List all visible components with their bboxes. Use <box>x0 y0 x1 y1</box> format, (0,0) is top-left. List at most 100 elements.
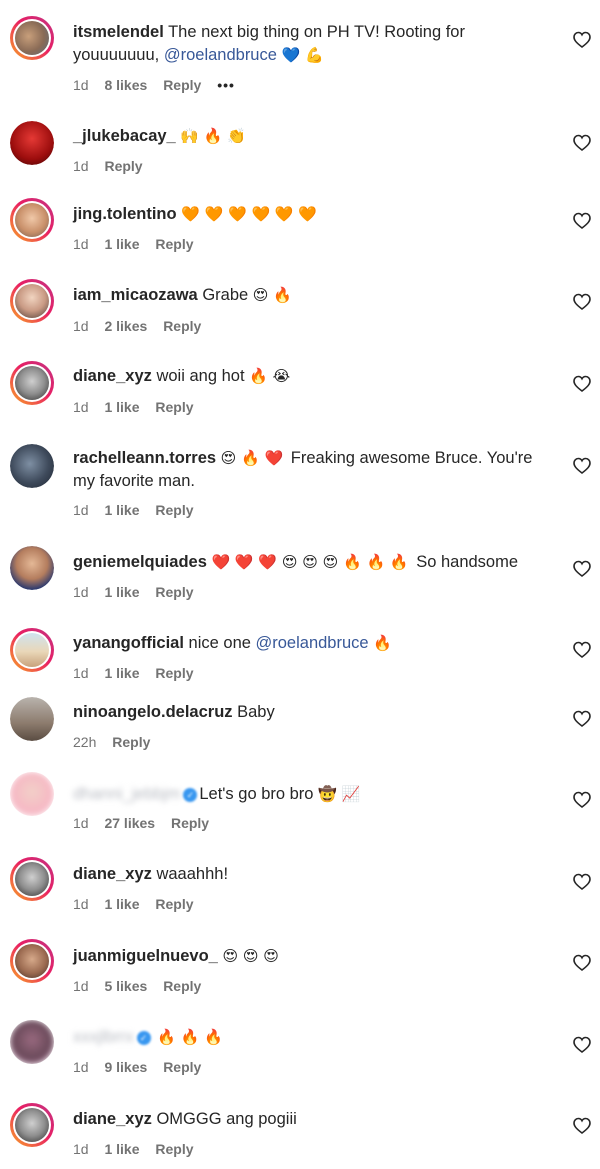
reply-button[interactable]: Reply <box>155 502 193 518</box>
like-heart-icon[interactable] <box>573 641 591 659</box>
reply-button[interactable]: Reply <box>171 815 209 831</box>
comment-username[interactable]: xxxjlbrrx <box>73 1028 134 1046</box>
comment-time: 1d <box>73 77 89 93</box>
verified-icon: ✓ <box>136 1031 151 1045</box>
comment-username[interactable]: yanangofficial <box>73 634 184 652</box>
comment-likes[interactable]: 1 like <box>104 502 139 518</box>
like-heart-icon[interactable] <box>573 1117 591 1135</box>
comment-emojis: 😍 🔥 ❤️ <box>220 449 284 467</box>
reply-button[interactable]: Reply <box>155 236 193 252</box>
mention-link[interactable]: @roelandbruce <box>256 634 369 652</box>
comment-likes[interactable]: 1 like <box>104 399 139 415</box>
like-heart-icon[interactable] <box>573 560 591 578</box>
like-heart-icon[interactable] <box>573 710 591 728</box>
comment-time: 1d <box>73 815 89 831</box>
reply-button[interactable]: Reply <box>163 1059 201 1075</box>
avatar[interactable] <box>10 772 54 816</box>
comment-username[interactable]: dhanni_jebbjm <box>73 785 180 803</box>
reply-button[interactable]: Reply <box>155 1141 193 1157</box>
comment-emojis: 🔥 😭 <box>249 367 291 385</box>
avatar[interactable] <box>10 1020 54 1064</box>
comment-emojis: 🙌 🔥 👏 <box>180 127 246 145</box>
avatar[interactable] <box>10 939 54 983</box>
comment-username[interactable]: _jlukebacay_ <box>73 127 176 145</box>
comment-text: waaahhh! <box>156 865 229 883</box>
comment-time: 1d <box>73 896 89 912</box>
like-heart-icon[interactable] <box>573 375 591 393</box>
avatar[interactable] <box>10 121 54 165</box>
comment-emojis: 🧡 🧡 🧡 🧡 🧡 🧡 <box>181 205 318 223</box>
comment-likes[interactable]: 1 like <box>104 236 139 252</box>
comment-username[interactable]: rachelleann.torres <box>73 449 216 467</box>
comment-likes[interactable]: 8 likes <box>104 77 147 93</box>
like-heart-icon[interactable] <box>573 954 591 972</box>
reply-button[interactable]: Reply <box>112 734 150 750</box>
comment-time: 1d <box>73 399 89 415</box>
comment-time: 1d <box>73 158 89 174</box>
reply-button[interactable]: Reply <box>163 978 201 994</box>
like-heart-icon[interactable] <box>573 1036 591 1054</box>
comment-text: Grabe <box>202 286 249 304</box>
comment-text: nice one <box>188 634 256 652</box>
reply-button[interactable]: Reply <box>155 399 193 415</box>
comment-text: So handsome <box>416 553 519 571</box>
comment-emojis: 😍 🔥 <box>252 286 292 304</box>
comment-username[interactable]: diane_xyz <box>73 367 152 385</box>
like-heart-icon[interactable] <box>573 457 591 475</box>
comment-username[interactable]: juanmiguelnuevo_ <box>73 947 218 965</box>
comment-likes[interactable]: 1 like <box>104 896 139 912</box>
comment-text: woii ang hot <box>156 367 245 385</box>
reply-button[interactable]: Reply <box>155 665 193 681</box>
comment-emojis: 🤠 📈 <box>318 785 361 803</box>
like-heart-icon[interactable] <box>573 31 591 49</box>
mention-link[interactable]: @roelandbruce <box>164 46 277 64</box>
comment-likes[interactable]: 1 like <box>104 1141 139 1157</box>
avatar[interactable] <box>10 546 54 590</box>
comment-text: Let's go bro bro <box>199 785 314 803</box>
comment-time: 1d <box>73 665 89 681</box>
comment-likes[interactable]: 27 likes <box>104 815 155 831</box>
reply-button[interactable]: Reply <box>163 318 201 334</box>
comment-emojis: 🔥 🔥 🔥 <box>157 1028 223 1046</box>
avatar[interactable] <box>10 1103 54 1147</box>
comment-likes[interactable]: 9 likes <box>104 1059 147 1075</box>
comment-likes[interactable]: 1 like <box>104 584 139 600</box>
comment-likes[interactable]: 2 likes <box>104 318 147 334</box>
avatar[interactable] <box>10 16 54 60</box>
comment-username[interactable]: diane_xyz <box>73 1110 152 1128</box>
reply-button[interactable]: Reply <box>104 158 142 174</box>
more-options-icon[interactable]: ••• <box>217 77 235 93</box>
comment-username[interactable]: ninoangelo.delacruz <box>73 703 233 721</box>
like-heart-icon[interactable] <box>573 873 591 891</box>
comment-emojis: 😍 😍 😍 <box>222 947 279 965</box>
comment-text: Baby <box>237 703 275 721</box>
comment-likes[interactable]: 5 likes <box>104 978 147 994</box>
avatar[interactable] <box>10 444 54 488</box>
like-heart-icon[interactable] <box>573 212 591 230</box>
like-heart-icon[interactable] <box>573 791 591 809</box>
comment-time: 1d <box>73 1141 89 1157</box>
comment-emojis: 🔥 <box>373 634 392 652</box>
reply-button[interactable]: Reply <box>163 77 201 93</box>
like-heart-icon[interactable] <box>573 134 591 152</box>
comment-time: 1d <box>73 236 89 252</box>
reply-button[interactable]: Reply <box>155 584 193 600</box>
comment-username[interactable]: iam_micaozawa <box>73 286 198 304</box>
avatar[interactable] <box>10 361 54 405</box>
avatar[interactable] <box>10 697 54 741</box>
like-heart-icon[interactable] <box>573 293 591 311</box>
comment-username[interactable]: diane_xyz <box>73 865 152 883</box>
comment-username[interactable]: jing.tolentino <box>73 205 177 223</box>
comment-text: OMGGG ang pogiii <box>156 1110 297 1128</box>
avatar[interactable] <box>10 857 54 901</box>
comment-likes[interactable]: 1 like <box>104 665 139 681</box>
verified-icon: ✓ <box>183 788 198 802</box>
comment-username[interactable]: itsmelendel <box>73 23 164 41</box>
avatar[interactable] <box>10 198 54 242</box>
reply-button[interactable]: Reply <box>155 896 193 912</box>
comment-time: 22h <box>73 734 97 750</box>
comment-emojis: 💙 💪 <box>281 46 324 64</box>
avatar[interactable] <box>10 628 54 672</box>
avatar[interactable] <box>10 279 54 323</box>
comment-username[interactable]: geniemelquiades <box>73 553 207 571</box>
